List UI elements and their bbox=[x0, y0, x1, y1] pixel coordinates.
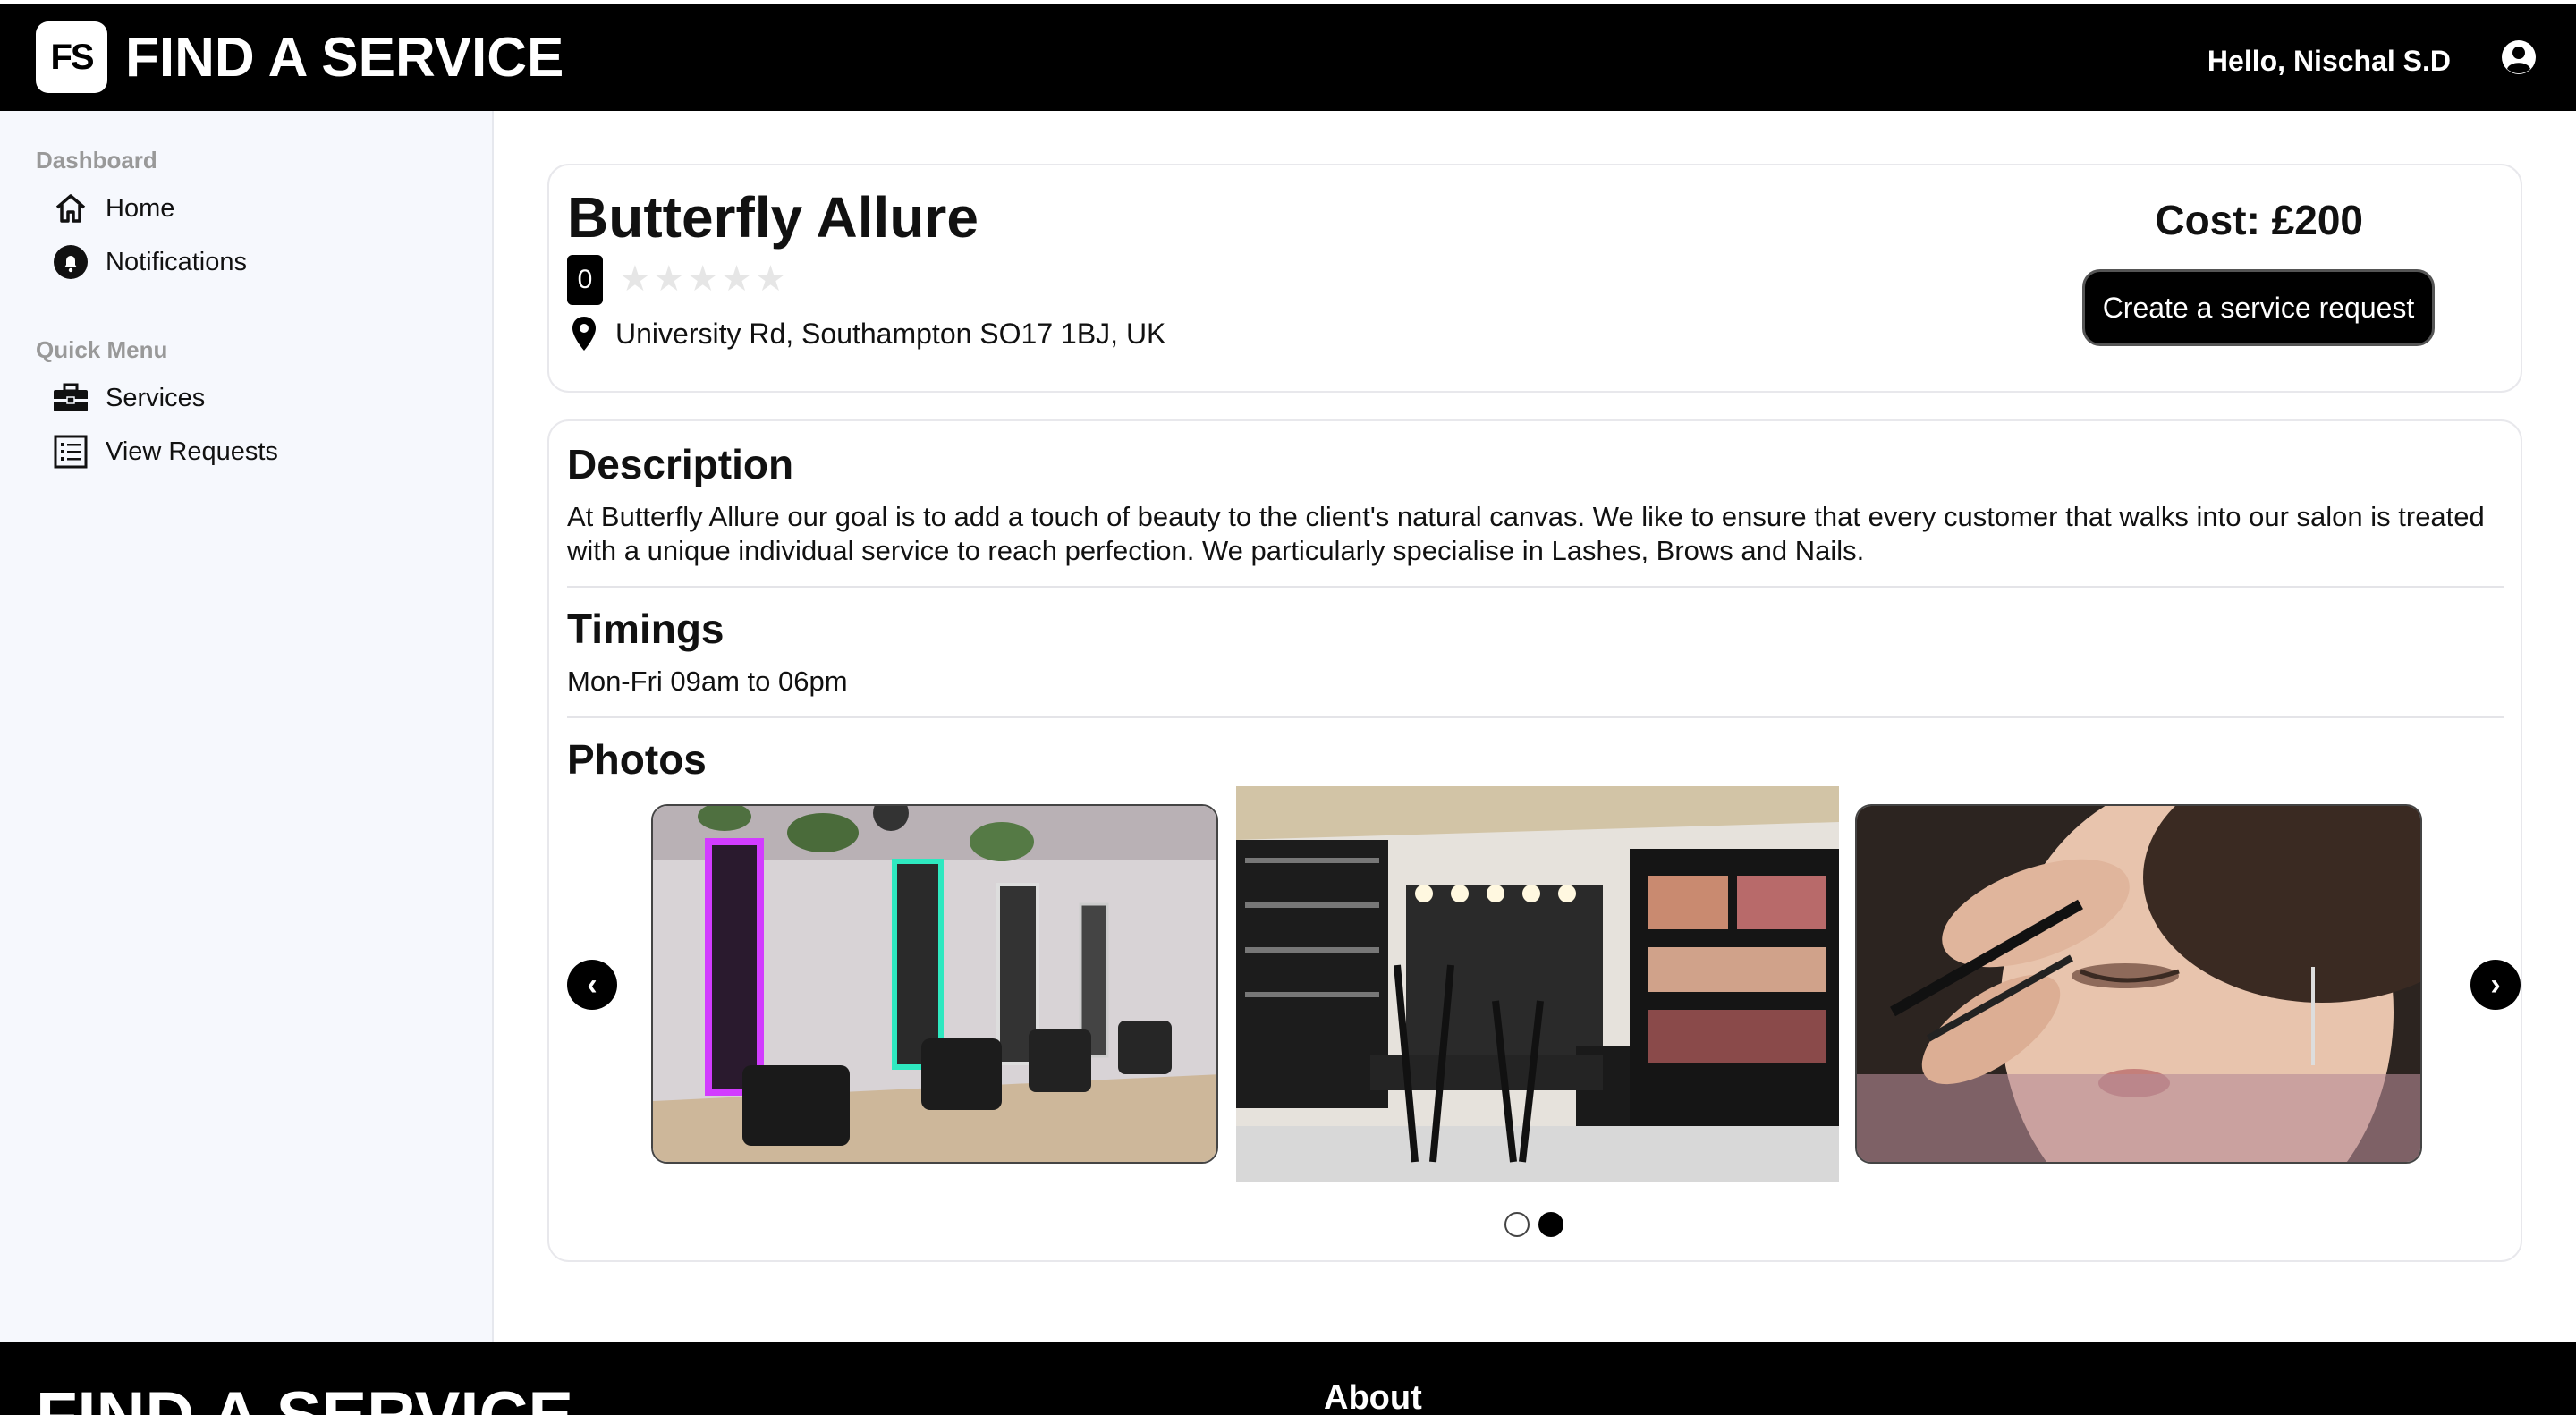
map-pin-icon bbox=[572, 317, 596, 351]
gallery-photo-2[interactable] bbox=[1236, 786, 1839, 1182]
briefcase-icon bbox=[52, 379, 89, 417]
carousel-next-button[interactable]: › bbox=[2470, 960, 2521, 1010]
gallery-photo-1[interactable] bbox=[651, 804, 1218, 1164]
service-title: Butterfly Allure bbox=[567, 185, 979, 250]
divider bbox=[567, 586, 2504, 588]
carousel-prev-button[interactable]: ‹ bbox=[567, 960, 617, 1010]
sidebar-heading-quick-menu: Quick Menu bbox=[36, 336, 168, 363]
sidebar-item-label: Home bbox=[106, 193, 175, 223]
carousel-dot-2[interactable] bbox=[1538, 1212, 1563, 1237]
bell-icon bbox=[52, 243, 89, 281]
sidebar-item-home[interactable]: Home bbox=[52, 190, 174, 227]
timings-heading: Timings bbox=[567, 606, 724, 652]
user-circle-icon[interactable] bbox=[2501, 39, 2537, 75]
top-navbar: FS FIND A SERVICE Hello, Nischal S.D bbox=[0, 4, 2576, 111]
makeup-application-image bbox=[1857, 806, 2420, 1162]
makeup-studio-image bbox=[1236, 786, 1839, 1182]
home-icon bbox=[52, 190, 89, 227]
footer: FIND A SERVICE About bbox=[0, 1342, 2576, 1415]
star-rating[interactable]: ★★★★★ bbox=[619, 258, 788, 300]
sidebar-item-label: Services bbox=[106, 383, 206, 412]
sidebar-item-services[interactable]: Services bbox=[52, 379, 205, 417]
sidebar-item-label: Notifications bbox=[106, 247, 247, 276]
service-cost: Cost: £200 bbox=[2155, 197, 2363, 243]
logo[interactable]: FS bbox=[36, 21, 107, 93]
footer-about-heading: About bbox=[1324, 1379, 1422, 1415]
description-text: At Butterfly Allure our goal is to add a… bbox=[567, 501, 2485, 566]
service-address: University Rd, Southampton SO17 1BJ, UK bbox=[615, 317, 1166, 350]
description-heading: Description bbox=[567, 441, 794, 487]
gallery-photo-3[interactable] bbox=[1855, 804, 2422, 1164]
rating-count-badge: 0 bbox=[567, 255, 603, 305]
service-details-card: Description At Butterfly Allure our goal… bbox=[547, 419, 2522, 1262]
salon-interior-image bbox=[653, 806, 1216, 1162]
sidebar-heading-dashboard: Dashboard bbox=[36, 147, 157, 174]
brand-title[interactable]: FIND A SERVICE bbox=[125, 27, 564, 89]
sidebar-item-notifications[interactable]: Notifications bbox=[52, 243, 247, 281]
service-summary-card: Butterfly Allure 0 ★★★★★ University Rd, … bbox=[547, 164, 2522, 393]
sidebar-item-view-requests[interactable]: View Requests bbox=[52, 433, 278, 470]
sidebar: Dashboard Home Notifications Quick Menu … bbox=[0, 111, 494, 1342]
carousel-dot-1[interactable] bbox=[1504, 1212, 1530, 1237]
footer-brand: FIND A SERVICE bbox=[36, 1381, 573, 1415]
create-service-request-button[interactable]: Create a service request bbox=[2082, 269, 2435, 346]
divider bbox=[567, 716, 2504, 718]
photos-heading: Photos bbox=[567, 736, 707, 783]
list-icon bbox=[52, 433, 89, 470]
user-greeting: Hello, Nischal S.D bbox=[2207, 45, 2451, 77]
timings-text: Mon-Fri 09am to 06pm bbox=[567, 665, 848, 697]
address-row: University Rd, Southampton SO17 1BJ, UK bbox=[571, 316, 1165, 352]
sidebar-item-label: View Requests bbox=[106, 436, 278, 466]
